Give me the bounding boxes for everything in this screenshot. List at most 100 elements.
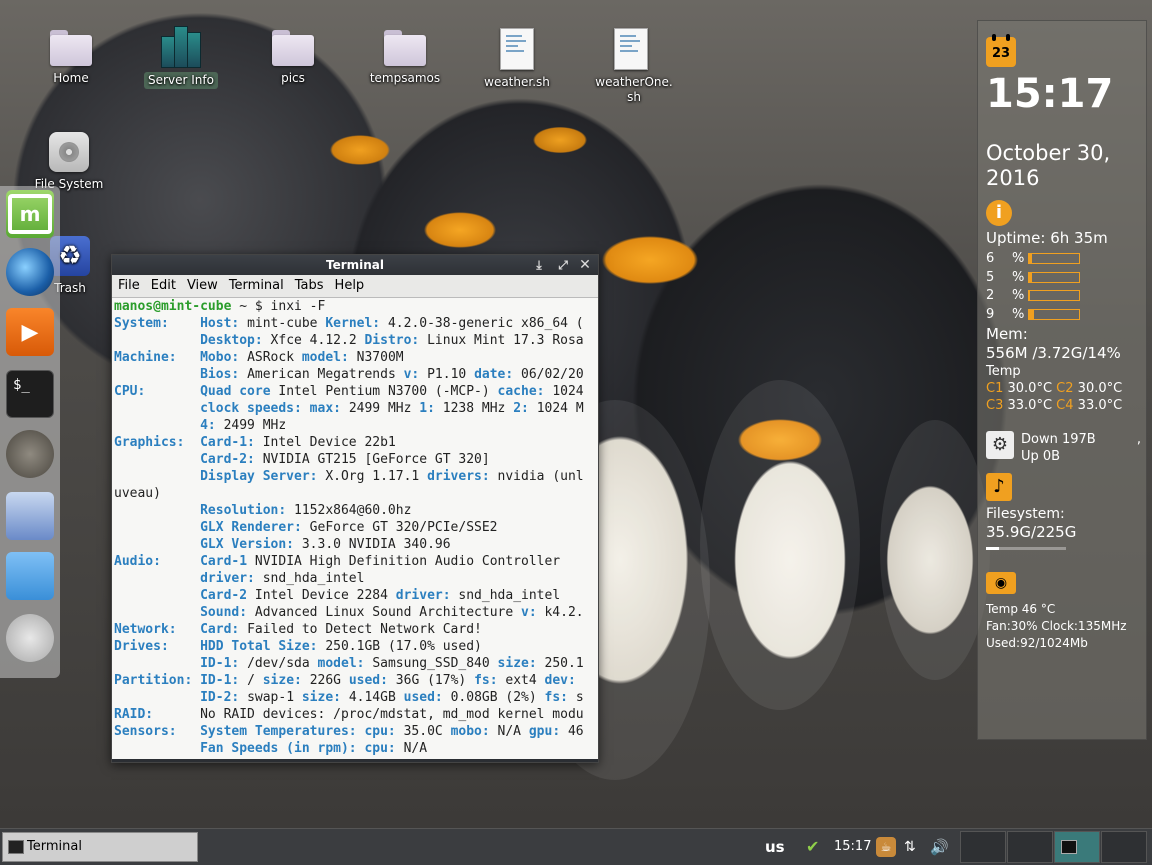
field-value: 4.14GB [348,690,404,705]
minimize-icon[interactable]: ⤓ [528,255,550,275]
desktop-icon-pics[interactable]: pics [253,28,333,87]
field-key: v: [521,605,545,620]
field-value: 4.2.0-38-generic x86_64 ( [387,316,584,331]
volume-icon[interactable]: 🔊 [930,829,949,865]
field-key: clock speeds: max: [200,401,349,416]
output-line: Fan Speeds (in rpm): cpu: N/A [114,740,596,757]
menu-file[interactable]: File [118,278,140,293]
output-line: System: Host: mint-cube Kernel: 4.2.0-38… [114,315,596,332]
field-value: American Megatrends [247,367,404,382]
field-key: Resolution: [200,503,295,518]
section-label [114,418,200,433]
field-key: gpu: [528,724,568,739]
field-key: 4: [200,418,224,433]
field-value: Samsung_SSD_840 [372,656,498,671]
workspace-2[interactable] [1007,831,1053,863]
prompt-line: manos@mint-cube ~ $ inxi -F [114,299,326,314]
section-label: Audio: [114,554,201,569]
menu-view[interactable]: View [187,278,218,293]
section-label: Machine: [114,350,201,365]
desktop-icon-tempsamos[interactable]: tempsamos [365,28,445,87]
cpu-core-row: 9% [986,306,1080,325]
taskbar-terminal-button[interactable]: Terminal [2,832,198,862]
field-key: Bios: [200,367,248,382]
temperatures: Temp C1 30.0°C C2 30.0°C C3 33.0°C C4 33… [986,364,1123,413]
section-label [114,588,200,603]
terminal-window[interactable]: Terminal ⤓ ⤢ ✕ File Edit View Terminal Tabs H… [111,254,599,763]
field-key: Quad core [200,384,279,399]
cpu-core-value: 9 [986,306,995,322]
field-key: Card-2 [200,588,255,603]
cpu-usage: 6% 5% 2% 9% [986,250,1080,324]
desktop-icon-home[interactable]: Home [31,28,111,87]
file-manager-icon[interactable] [6,552,54,600]
media-player-icon[interactable]: ▶ [6,308,54,356]
field-value: N/A [403,741,428,756]
field-key: size: [301,690,349,705]
calendar-icon: 23 [986,34,1016,67]
field-value: 250.1 [544,656,584,671]
workspace-4[interactable] [1101,831,1147,863]
gimp-icon[interactable] [6,430,54,478]
display-settings-icon[interactable] [6,492,54,540]
menu-terminal[interactable]: Terminal [229,278,284,293]
field-value: N/A [497,724,529,739]
section-label [114,333,200,348]
close-icon[interactable]: ✕ [574,255,596,275]
terminal-app-icon[interactable]: $_ [6,370,54,418]
output-line: GLX Renderer: GeForce GT 320/PCIe/SSE2 [114,519,596,536]
field-value: 2499 MHz [348,401,420,416]
output-line: Bios: American Megatrends v: P1.10 date:… [114,366,596,383]
weather-cloud-icon[interactable] [6,614,54,662]
panel-clock[interactable]: 15:17 [834,829,871,865]
field-value: mint-cube [247,316,326,331]
browser-globe-icon[interactable] [6,248,54,296]
field-value: NVIDIA GT215 [GeForce GT 320] [262,452,490,467]
field-value: GeForce GT 320/PCIe/SSE2 [309,520,498,535]
field-key: Card: [200,622,248,637]
network-icon[interactable]: ⇅ [904,829,916,865]
gpu-info: Temp 46 °C Fan:30% Clock:135MHz Used:92/10… [986,602,1127,650]
output-line: Resolution: 1152x864@60.0hz [114,502,596,519]
info-icon: i [986,200,1012,226]
menu-help[interactable]: Help [335,278,365,293]
section-label: Drives: [114,639,201,654]
workspace-1[interactable] [960,831,1006,863]
folder-icon [272,28,314,66]
field-value: P1.10 [427,367,475,382]
field-key: Card-1: [200,435,263,450]
desktop-icon-file-system[interactable]: File System [29,132,109,193]
field-key: Card-1 [200,554,255,569]
field-value: ext4 [505,673,545,688]
desktop-icon-weather-sh[interactable]: weather.sh [477,28,557,91]
terminal-titlebar[interactable]: Terminal ⤓ ⤢ ✕ [112,255,598,275]
update-shield-icon[interactable]: ✔ [806,829,819,865]
terminal-output[interactable]: manos@mint-cube ~ $ inxi -F System: Host:… [112,298,598,759]
window-title: Terminal [325,258,385,272]
coffee-icon[interactable]: ☕ [876,837,896,857]
field-value: 0.08GB (2%) [450,690,545,705]
section-label [114,571,200,586]
desktop-icon-weatherone-sh[interactable]: weatherOne.sh [589,28,673,106]
cpu-bar [1028,308,1080,320]
field-value: snd_hda_intel [458,588,561,603]
keyboard-layout[interactable]: us [765,829,785,865]
maximize-icon[interactable]: ⤢ [552,255,574,275]
field-key: model: [317,656,373,671]
linux-mint-menu-icon[interactable]: m [6,190,54,238]
field-value: Xfce 4.12.2 [270,333,365,348]
menu-tabs[interactable]: Tabs [295,278,324,293]
field-value: 2499 MHz [223,418,287,433]
field-key: Host: [200,316,248,331]
output-line: CPU: Quad core Intel Pentium N3700 (-MCP… [114,383,596,400]
uptime: Uptime: 6h 35m [986,229,1108,247]
output-line: Machine: Mobo: ASRock model: N3700M [114,349,596,366]
output-line: 4: 2499 MHz [114,417,596,434]
workspace-3[interactable] [1054,831,1100,863]
field-value: 1238 MHz [442,401,514,416]
desktop-icon-server-info[interactable]: Server Info [141,26,221,89]
field-key: driver: [200,571,263,586]
field-key: Distro: [364,333,428,348]
section-label [114,520,200,535]
menu-edit[interactable]: Edit [151,278,176,293]
